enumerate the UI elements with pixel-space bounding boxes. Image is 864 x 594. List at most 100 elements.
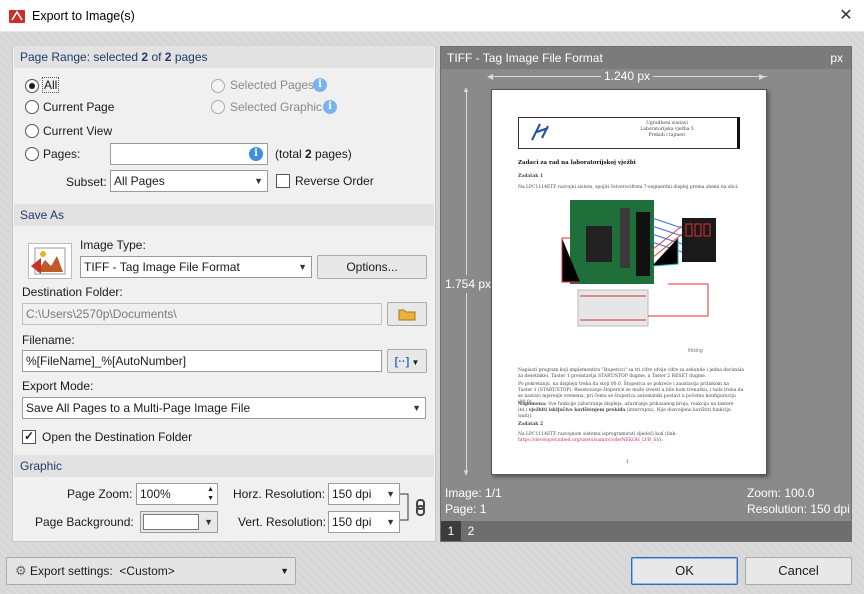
subset-value: All Pages [114, 174, 165, 188]
chevron-down-icon: ▼ [204, 517, 213, 527]
ok-button[interactable]: OK [631, 557, 738, 585]
page-range-heading-suffix: pages [171, 50, 208, 64]
doc-header-line3: Prekidi i tajmeri [648, 133, 686, 138]
page-zoom-label: Page Zoom: [67, 487, 133, 501]
browse-folder-button[interactable] [387, 302, 427, 326]
page-background-picker[interactable]: ▼ [140, 511, 218, 533]
title-bar: Export to Image(s) ✕ [0, 0, 864, 32]
doc-task2-tail: ): [659, 438, 663, 443]
horz-resolution-select[interactable]: 150 dpi ▼ [328, 483, 400, 505]
image-info: Image: 1/1 [445, 486, 502, 500]
open-folder-checkbox[interactable] [22, 429, 36, 444]
radio-pages-label[interactable]: Pages: [43, 147, 80, 161]
radio-selected-graphic-label[interactable]: Selected Graphic [230, 100, 322, 114]
export-mode-value: Save All Pages to a Multi-Page Image Fil… [26, 401, 251, 415]
export-settings-label: Export settings: [30, 564, 113, 578]
image-file-icon-graphic [31, 247, 66, 275]
spinner-icon[interactable]: ▲ ▼ [207, 485, 214, 503]
radio-pages[interactable] [25, 147, 39, 161]
chevron-down-icon: ▼ [298, 262, 307, 272]
vert-resolution-value: 150 dpi [332, 515, 372, 529]
radio-selected-graphic[interactable] [211, 100, 225, 114]
doc-heading: Zadaci za rad na laboratorijskoj vježbi [518, 160, 636, 166]
preview-info-right: Zoom: 100.0 Resolution: 150 dpi [747, 485, 850, 517]
macro-insert-icon: [··] [394, 356, 410, 368]
chevron-down-icon: ▼ [386, 517, 395, 527]
vert-resolution-select[interactable]: 150 dpi ▼ [328, 511, 400, 533]
export-settings-select[interactable]: ⚙ Export settings: <Custom> ▼ [6, 557, 296, 585]
arrow-down-icon: ▼ [462, 468, 470, 477]
doc-note: Napomena: Sve funkcije (ažuriranje displ… [518, 402, 744, 420]
destination-folder-input[interactable]: C:\Users\2570p\Documents\ [22, 303, 382, 325]
page-tabs: 1 2 [441, 521, 851, 541]
arrow-up-icon: ▲ [462, 85, 470, 94]
radio-all-label[interactable]: All [41, 77, 60, 93]
open-folder-label[interactable]: Open the Destination Folder [42, 430, 192, 444]
filename-input[interactable]: %[FileName]_%[AutoNumber] [22, 350, 382, 372]
circuit-diagram [561, 200, 716, 327]
image-file-icon [28, 243, 72, 279]
fritzing-label: fritzing [688, 348, 703, 354]
close-icon[interactable]: ✕ [836, 6, 856, 26]
width-label: 1.240 px [601, 69, 654, 83]
page-preview: Ugradbeni sustavi Laboratorijska vježba … [491, 89, 767, 475]
image-type-select[interactable]: TIFF - Tag Image File Format ▼ [80, 256, 312, 278]
color-swatch [143, 514, 199, 530]
image-type-label: Image Type: [80, 238, 146, 252]
chevron-down-icon: ▼ [412, 403, 421, 413]
page-zoom-input[interactable]: 100% ▲ ▼ [136, 483, 218, 505]
info-icon[interactable]: i [313, 78, 327, 92]
horz-resolution-value: 150 dpi [332, 487, 372, 501]
radio-current-view[interactable] [25, 124, 39, 138]
image-type-value: TIFF - Tag Image File Format [84, 260, 240, 274]
total-pages-text: (total 2 pages) [275, 147, 352, 161]
info-icon[interactable]: i [249, 147, 263, 161]
doc-page-number: 1 [626, 460, 629, 465]
radio-selected-pages-label[interactable]: Selected Pages [230, 78, 314, 92]
doc-task1-text: Na LPC1114ETF razvojni sistem, spojiti č… [518, 185, 739, 190]
pages-input[interactable] [110, 143, 268, 165]
graphic-heading: Graphic [14, 455, 434, 477]
chevron-down-icon: ▼ [280, 566, 289, 576]
resolution-info: Resolution: 150 dpi [747, 502, 850, 516]
cancel-button[interactable]: Cancel [745, 557, 852, 585]
page-background-label: Page Background: [35, 515, 134, 529]
chevron-down-icon: ▼ [254, 176, 263, 186]
page-range-heading: Page Range: selected 2 of 2 pages [14, 46, 434, 68]
doc-note-prefix: Napomena: [518, 402, 547, 407]
page-tab-2[interactable]: 2 [461, 521, 481, 541]
vert-resolution-label: Vert. Resolution: [238, 515, 327, 529]
reverse-order-label[interactable]: Reverse Order [295, 174, 374, 188]
options-button[interactable]: Options... [317, 255, 427, 279]
radio-all[interactable] [25, 79, 39, 93]
radio-selected-pages[interactable] [211, 79, 225, 93]
chain-link-icon[interactable] [400, 490, 430, 526]
doc-task2-text: Na LPC1114ETF razvojnom sistemu isprogra… [518, 432, 677, 437]
doc-task2-title: Zadatak 2 [518, 422, 544, 427]
preview-info-left: Image: 1/1 Page: 1 [445, 485, 502, 517]
page-tab-1[interactable]: 1 [441, 521, 461, 541]
export-mode-label: Export Mode: [22, 379, 94, 393]
page-range-heading-prefix: Page Range: selected [20, 50, 142, 64]
radio-current-page-label[interactable]: Current Page [43, 100, 114, 114]
arrow-left-icon: ◀ [487, 72, 494, 81]
radio-current-view-label[interactable]: Current View [43, 124, 112, 138]
window-title: Export to Image(s) [32, 9, 135, 23]
doc-task2: Na LPC1114ETF razvojnom sistemu isprogra… [518, 432, 744, 444]
radio-current-page[interactable] [25, 100, 39, 114]
doc-task2-link: https://developer.mbed.org/users/samir/c… [518, 438, 660, 443]
preview-unit: px [830, 51, 843, 65]
gear-icon: ⚙ [15, 563, 27, 578]
doc-para1: Napisati program koji implementira "štop… [518, 368, 744, 379]
subset-select[interactable]: All Pages ▼ [110, 170, 268, 192]
export-mode-select[interactable]: Save All Pages to a Multi-Page Image Fil… [22, 397, 426, 419]
zoom-info: Zoom: 100.0 [747, 486, 815, 500]
doc-header-text: Ugradbeni sustavi Laboratorijska vježba … [602, 121, 732, 139]
preview-panel: TIFF - Tag Image File Format px ◀ ▶ 1.24… [440, 46, 852, 542]
reverse-order-checkbox[interactable] [276, 174, 290, 188]
destination-folder-label: Destination Folder: [22, 285, 123, 299]
preview-title: TIFF - Tag Image File Format [447, 51, 603, 65]
total-pages-value: 2 [305, 147, 312, 161]
info-icon[interactable]: i [323, 100, 337, 114]
insert-macro-button[interactable]: [··] ▼ [387, 349, 427, 373]
